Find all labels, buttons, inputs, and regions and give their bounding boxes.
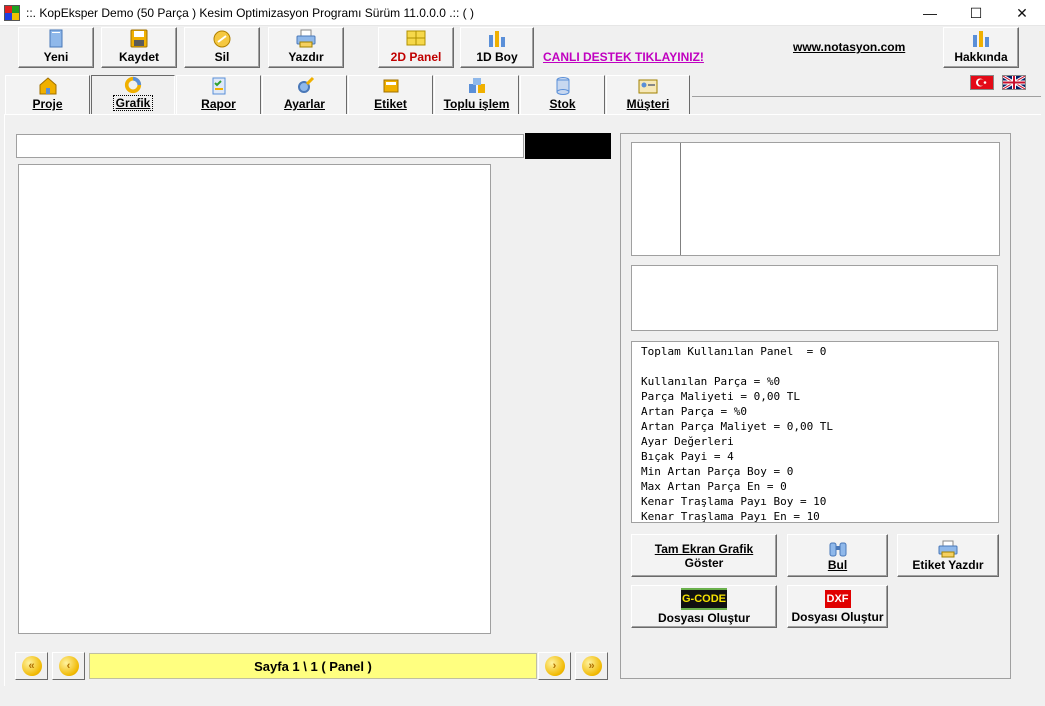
stat-line: Min Artan Parça Boy = 0 xyxy=(641,465,794,478)
tab-proje[interactable]: Proje xyxy=(5,75,90,115)
stat-line: Kullanılan Parça = %0 xyxy=(641,375,781,388)
about-button[interactable]: Hakkında xyxy=(943,27,1019,68)
stat-line: Max Artan Parça En = 0 xyxy=(641,480,787,493)
tab-musteri[interactable]: Müşteri xyxy=(606,75,690,115)
page-navigator: « ‹ Sayfa 1 \ 1 ( Panel ) › » xyxy=(13,650,611,681)
tab-grafik[interactable]: Grafik xyxy=(91,75,175,115)
project-icon xyxy=(39,77,56,95)
grafik-title-field xyxy=(16,134,524,158)
dxf-button-label: Dosyası Oluştur xyxy=(791,609,884,624)
binoculars-icon xyxy=(829,542,846,556)
stat-line: Artan Parça Maliyet = 0,00 TL xyxy=(641,420,834,433)
tab-ayarlar[interactable]: Ayarlar xyxy=(262,75,347,115)
graphic-canvas[interactable] xyxy=(18,164,491,634)
floppy-disk-icon xyxy=(130,29,148,48)
stat-line: Kenar Traşlama Payı En = 10 xyxy=(641,510,820,523)
live-support-link[interactable]: CANLI DESTEK TIKLAYINIZ! xyxy=(543,50,704,64)
tab-stok-label: Stok xyxy=(549,97,576,111)
minimize-button[interactable]: — xyxy=(907,0,953,26)
color-indicator xyxy=(525,133,611,159)
tab-stok[interactable]: Stok xyxy=(520,75,605,115)
chart-ring-icon xyxy=(124,76,142,94)
dxf-badge-icon: DXF xyxy=(824,589,851,608)
close-button[interactable]: ✕ xyxy=(999,0,1045,26)
previous-page-icon: ‹ xyxy=(58,656,79,676)
new-document-icon xyxy=(49,29,63,48)
tab-toplu-islem[interactable]: Toplu işlem xyxy=(434,75,519,115)
next-page-button[interactable]: › xyxy=(538,652,571,680)
panel-2d-button-label: 2D Panel xyxy=(390,50,442,64)
save-button-label: Kaydet xyxy=(118,50,159,64)
print-label-button[interactable]: Etiket Yazdır xyxy=(897,534,999,577)
stat-line: Toplam Kullanılan Panel = 0 xyxy=(641,345,827,358)
page-indicator: Sayfa 1 \ 1 ( Panel ) xyxy=(89,653,537,679)
stat-line xyxy=(641,359,998,374)
fullscreen-graphic-button[interactable]: Tam Ekran Grafik Göster xyxy=(631,534,777,577)
fullscreen-button-label-1: Tam Ekran Grafik xyxy=(654,541,754,556)
print-label-button-label: Etiket Yazdır xyxy=(912,557,984,572)
delete-icon xyxy=(213,30,231,48)
tab-proje-label: Proje xyxy=(32,97,63,111)
tab-rapor[interactable]: Rapor xyxy=(176,75,261,115)
label-icon xyxy=(383,79,398,93)
tab-grafik-label: Grafik xyxy=(112,95,154,111)
boy-1d-button-label: 1D Boy xyxy=(476,50,518,64)
last-page-icon: » xyxy=(581,656,602,676)
print-button[interactable]: Yazdır xyxy=(268,27,344,68)
tab-rapor-label: Rapor xyxy=(201,97,236,111)
panel-2d-button[interactable]: 2D Panel xyxy=(378,27,454,68)
fullscreen-button-label-2: Göster xyxy=(684,555,724,570)
maximize-button[interactable]: ☐ xyxy=(953,0,999,26)
previous-page-button[interactable]: ‹ xyxy=(52,652,85,680)
title-bar: ::. KopEksper Demo (50 Parça ) Kesim Opt… xyxy=(0,0,1045,26)
stat-line: Parça Maliyeti = 0,00 TL xyxy=(641,390,800,403)
next-page-icon: › xyxy=(544,656,565,676)
tab-bar: Proje Grafik Rapor Ayarlar Etiket Toplu … xyxy=(0,73,1045,115)
save-button[interactable]: Kaydet xyxy=(101,27,177,68)
gcode-button-label: Dosyası Oluştur xyxy=(657,611,751,625)
tab-baseline xyxy=(692,96,1041,97)
find-button[interactable]: Bul xyxy=(787,534,888,577)
delete-button-label: Sil xyxy=(214,50,230,64)
printer-icon xyxy=(296,29,316,48)
customer-card-icon xyxy=(638,79,658,94)
first-page-icon: « xyxy=(21,656,42,676)
preview-divider xyxy=(680,143,681,255)
panel-2d-icon xyxy=(406,30,426,46)
statistics-box: Toplam Kullanılan Panel = 0 Kullanılan P… xyxy=(631,341,999,523)
bars-1d-icon xyxy=(489,31,505,47)
label-printer-icon xyxy=(938,540,958,557)
new-button-label: Yeni xyxy=(43,50,69,64)
window-title: ::. KopEksper Demo (50 Parça ) Kesim Opt… xyxy=(26,6,474,20)
about-button-label: Hakkında xyxy=(954,50,1008,64)
gcode-export-button[interactable]: G-CODE Dosyası Oluştur xyxy=(631,585,777,628)
tab-ayarlar-label: Ayarlar xyxy=(284,97,325,111)
stat-line: Kenar Traşlama Payı Boy = 10 xyxy=(641,495,827,508)
boy-1d-button[interactable]: 1D Boy xyxy=(460,27,534,68)
app-icon xyxy=(4,5,20,21)
stat-line: Bıçak Payi = 4 xyxy=(641,450,734,463)
website-link[interactable]: www.notasyon.com xyxy=(793,40,905,54)
stock-database-icon xyxy=(556,77,569,95)
new-button[interactable]: Yeni xyxy=(18,27,94,68)
about-icon xyxy=(973,31,989,47)
tab-toplu-islem-label: Toplu işlem xyxy=(443,97,510,111)
first-page-button[interactable]: « xyxy=(15,652,48,680)
report-icon xyxy=(212,77,225,95)
tab-etiket-label: Etiket xyxy=(374,97,407,111)
print-button-label: Yazdır xyxy=(288,50,324,64)
dxf-export-button[interactable]: DXF Dosyası Oluştur xyxy=(787,585,888,628)
tab-etiket[interactable]: Etiket xyxy=(348,75,433,115)
find-button-label: Bul xyxy=(827,557,848,572)
last-page-button[interactable]: » xyxy=(575,652,608,680)
info-box xyxy=(631,265,998,331)
delete-button[interactable]: Sil xyxy=(184,27,260,68)
tab-musteri-label: Müşteri xyxy=(626,97,670,111)
stat-line: Artan Parça = %0 xyxy=(641,405,747,418)
batch-icon xyxy=(468,78,485,93)
gcode-badge-icon: G-CODE xyxy=(681,588,727,610)
preview-box xyxy=(631,142,1000,256)
stat-line: Ayar Değerleri xyxy=(641,435,734,448)
settings-icon xyxy=(297,76,314,93)
